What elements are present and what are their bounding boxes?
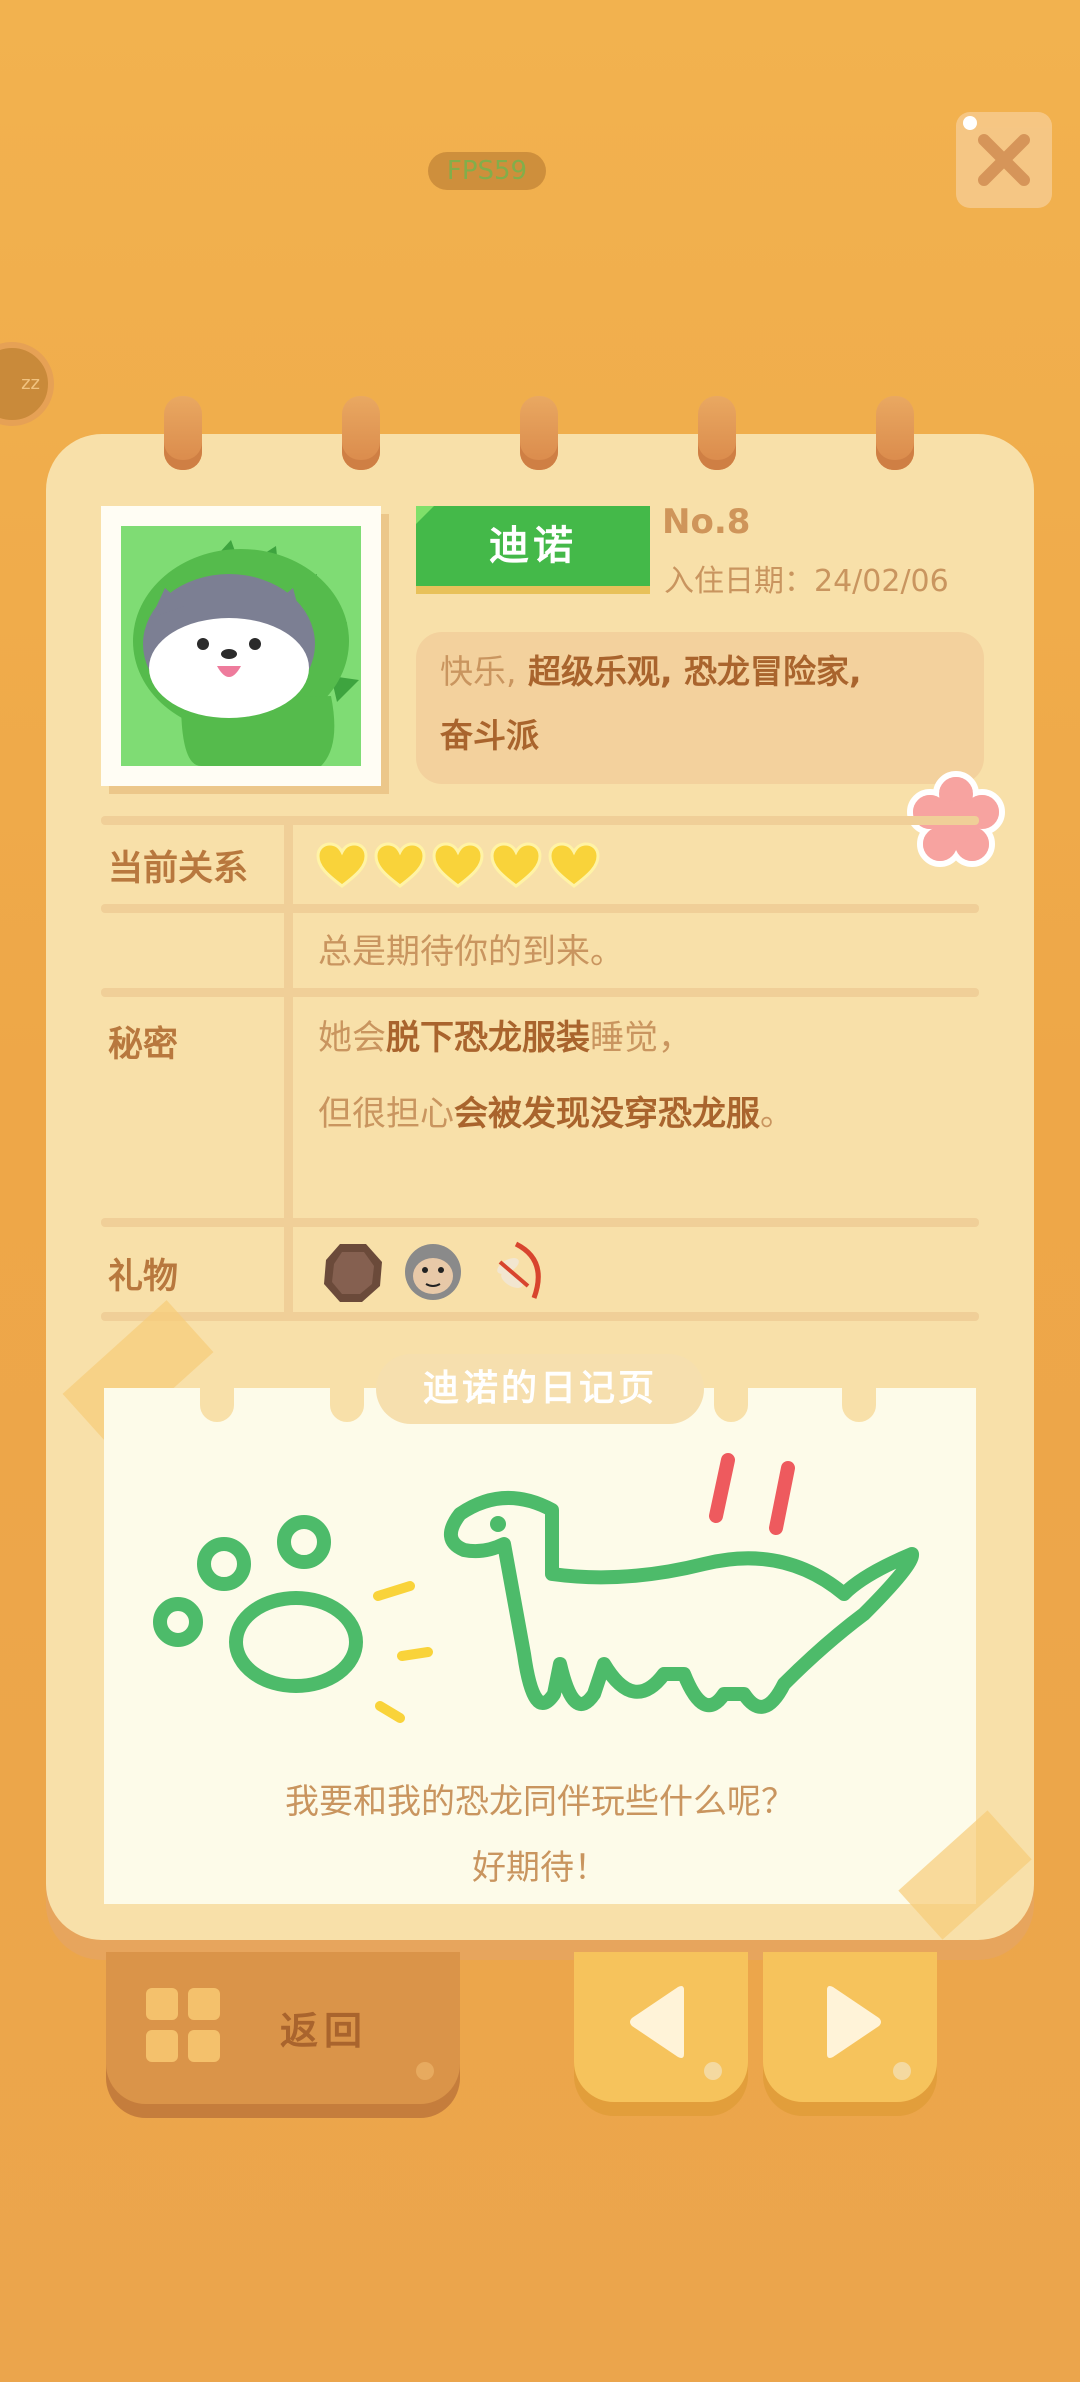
secret-label: 秘密 [108, 1025, 179, 1065]
chocolate-cookie-icon[interactable] [322, 1240, 384, 1304]
paper-notch [714, 1388, 748, 1422]
dino-doodle-icon [153, 1453, 919, 1723]
grid-menu-icon [146, 1988, 220, 2062]
trait: 奋斗派 [440, 716, 539, 755]
divider [101, 904, 979, 913]
button-dot [416, 2062, 434, 2080]
gorilla-face-icon[interactable] [402, 1240, 464, 1302]
binder-ring [520, 396, 558, 470]
relationship-hearts [316, 842, 606, 892]
paper-notch [330, 1388, 364, 1422]
column-divider [284, 824, 293, 1226]
divider [101, 1312, 979, 1321]
character-number: No.8 [662, 502, 751, 542]
close-icon [978, 134, 1030, 186]
heart-icon [490, 842, 542, 888]
diary-page [104, 1388, 976, 1904]
notification-dot [963, 116, 977, 130]
heart-icon [548, 842, 600, 888]
right-arrow-icon [827, 1986, 881, 2058]
character-portrait [101, 506, 381, 786]
binder-ring [698, 396, 736, 470]
secret-text: 她会脱下恐龙服装睡觉， 但很担心会被发现没穿恐龙服。 [318, 1018, 794, 1134]
button-dot [704, 2062, 722, 2080]
diary-caption-line1: 我要和我的恐龙同伴玩些什么呢？ [285, 1782, 795, 1822]
sleep-badge[interactable]: zz [0, 342, 54, 426]
divider [101, 1218, 979, 1227]
dragonfly-bow-icon[interactable] [486, 1240, 550, 1306]
binder-ring [164, 396, 202, 470]
previous-button[interactable] [574, 1952, 748, 2102]
gifts-label: 礼物 [108, 1257, 179, 1297]
relationship-description: 总是期待你的到来。 [318, 932, 624, 972]
next-button[interactable] [763, 1952, 937, 2102]
paper-notch [842, 1388, 876, 1422]
diary-title: 迪诺的日记页 [376, 1354, 704, 1424]
binder-ring [876, 396, 914, 470]
left-arrow-icon [630, 1986, 684, 2058]
divider [101, 816, 979, 825]
join-date: 入住日期：24/02/06 [664, 564, 949, 599]
dino-costume-cat-avatar [121, 526, 361, 766]
relationship-label: 当前关系 [108, 849, 249, 889]
trait: 快乐, [440, 652, 517, 691]
trait: 超级乐观, [516, 652, 673, 691]
personality-traits: 快乐, 超级乐观, 恐龙冒险家, 奋斗派 [416, 632, 984, 784]
button-dot [893, 2062, 911, 2080]
paper-notch [200, 1388, 234, 1422]
heart-icon [316, 842, 368, 888]
diary-caption-line2: 好期待！ [472, 1848, 608, 1888]
fps-counter: FPS59 [428, 152, 546, 190]
column-divider [284, 1226, 293, 1314]
trait: 恐龙冒险家, [672, 652, 862, 691]
heart-icon [432, 842, 484, 888]
back-label: 返回 [280, 2009, 369, 2053]
binder-ring [342, 396, 380, 470]
heart-icon [374, 842, 426, 888]
character-name-tag: 迪诺 [416, 506, 650, 586]
